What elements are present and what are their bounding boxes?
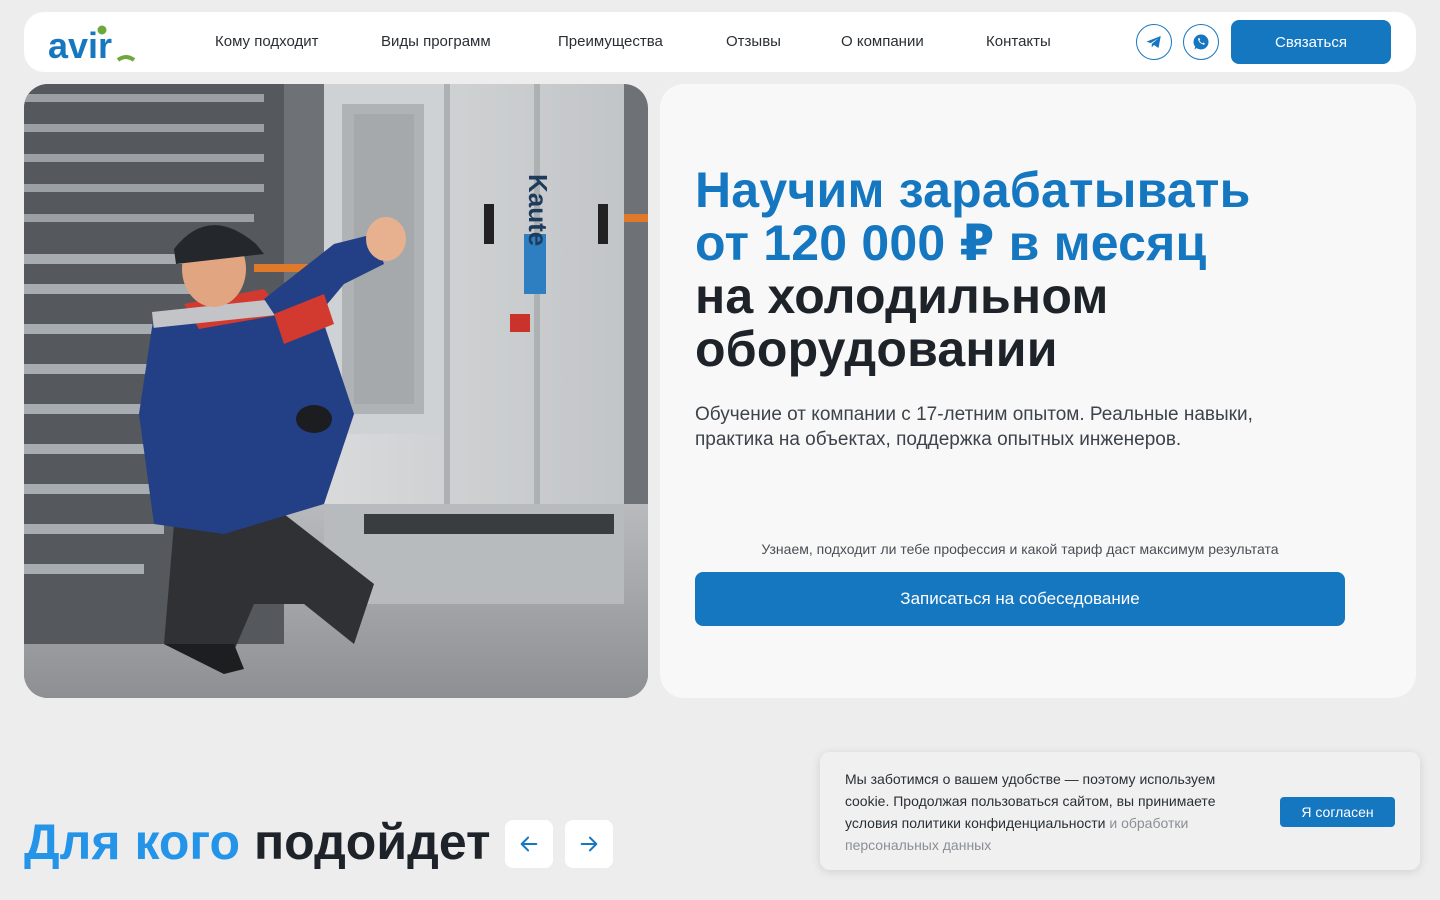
nav-reviews[interactable]: Отзывы (726, 33, 781, 50)
cookie-accept-button[interactable]: Я согласен (1280, 797, 1395, 827)
hero-title-line-3: на холодильном (695, 268, 1109, 324)
hero-subtitle: Обучение от компании с 17-летним опытом.… (695, 404, 1253, 450)
cookie-banner: Мы заботимся о вашем удобстве — поэтому … (820, 752, 1420, 870)
nav-contacts[interactable]: Контакты (986, 33, 1051, 50)
hero-photo: Kaute (24, 84, 648, 698)
section-title-dark: подойдет (253, 814, 491, 870)
hero-title-line-4: оборудовании (695, 321, 1058, 377)
hero-title: Научим зарабатывать от 120 000 ₽ в месяц… (695, 164, 1335, 376)
whatsapp-button[interactable] (1183, 24, 1219, 60)
nav-advantages[interactable]: Преимущества (558, 33, 663, 50)
nav-who-fits[interactable]: Кому подходит (215, 33, 318, 50)
telegram-icon (1146, 36, 1161, 48)
hero-note: Узнаем, подходит ли тебе профессия и как… (761, 541, 1279, 557)
hero-card: Научим зарабатывать от 120 000 ₽ в месяц… (660, 84, 1416, 698)
telegram-button[interactable] (1136, 24, 1172, 60)
section-title: Для кого подойдет (24, 812, 490, 872)
hero-title-line-1: Научим зарабатывать (695, 162, 1251, 218)
section-title-blue: Для кого (24, 814, 241, 870)
arrow-right-icon (580, 836, 598, 852)
carousel-prev-button[interactable] (505, 820, 553, 868)
nav-about[interactable]: О компании (841, 33, 924, 50)
svg-text:Kaute: Kaute (523, 174, 553, 246)
contact-button[interactable]: Связаться (1231, 20, 1391, 64)
site-header: avir Кому подходит Виды программ Преимущ… (24, 12, 1416, 72)
arrow-left-icon (520, 836, 538, 852)
hero-title-line-2: от 120 000 ₽ в месяц (695, 215, 1207, 271)
carousel-next-button[interactable] (565, 820, 613, 868)
avir-logo[interactable]: avir (48, 20, 148, 66)
cookie-text: Мы заботимся о вашем удобстве — поэтому … (845, 768, 1255, 856)
nav-programs[interactable]: Виды программ (381, 33, 491, 50)
whatsapp-icon (1193, 34, 1209, 50)
interview-signup-button[interactable]: Записаться на собеседование (695, 572, 1345, 626)
